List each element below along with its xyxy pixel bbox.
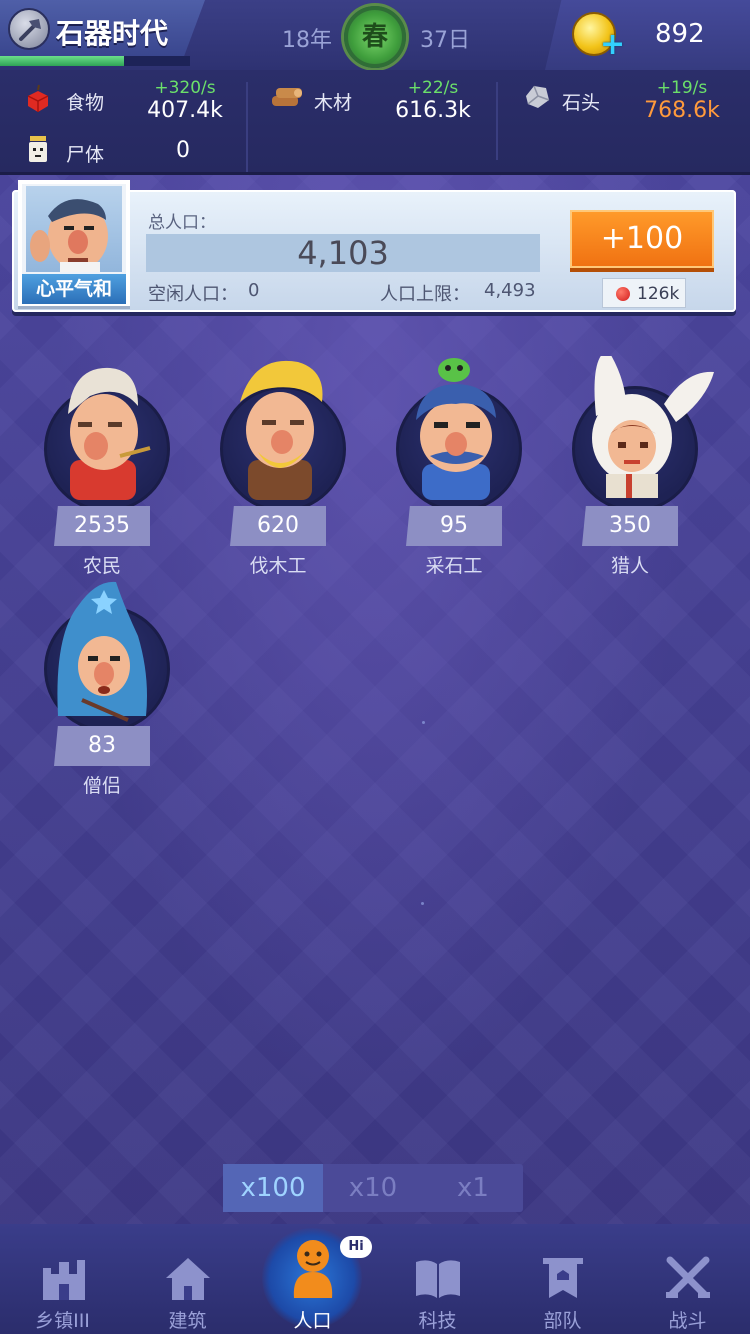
hunter-icon <box>592 356 714 498</box>
population-cap-label: 人口上限： <box>380 284 470 305</box>
book-icon <box>416 1260 460 1298</box>
nav-buildings-label: 建筑 <box>168 1310 207 1332</box>
corpse-label: 尸体 <box>66 144 105 166</box>
total-population-value: 4,103 <box>146 234 540 272</box>
corpse-icon <box>29 136 47 162</box>
worker-count: 95 <box>406 506 502 546</box>
woodcutter-icon <box>240 360 323 500</box>
person-icon <box>293 1240 333 1298</box>
stone-label: 石头 <box>562 92 601 114</box>
worker-hunter[interactable]: 350 猎人 <box>566 356 714 577</box>
currency-value: 892 <box>655 19 705 49</box>
multiplier-x100[interactable]: x100 <box>223 1164 323 1212</box>
population-cap-value: 4,493 <box>484 280 536 301</box>
worker-monk[interactable]: 83 僧侣 <box>38 576 178 797</box>
stone-icon <box>526 85 550 108</box>
worker-name: 伐木工 <box>249 555 307 577</box>
stone-value: 768.6k <box>644 98 720 123</box>
multiplier-x1[interactable]: x1 <box>423 1164 523 1212</box>
stone-rate: +19/s <box>656 78 708 98</box>
castle-icon <box>43 1260 85 1300</box>
multiplier-selector: x100 x10 x1 <box>223 1164 523 1212</box>
banner-icon <box>543 1258 583 1298</box>
idle-population-value: 0 <box>248 280 260 301</box>
era-title: 石器时代 <box>56 17 169 50</box>
corpse-value: 0 <box>176 138 190 163</box>
nav-buildings[interactable]: 建筑 <box>125 1224 250 1334</box>
farmer-icon <box>68 367 151 500</box>
worker-count: 350 <box>582 506 678 546</box>
era-progress-bar <box>0 56 190 66</box>
food-label: 食物 <box>66 92 105 114</box>
apple-icon <box>27 84 49 112</box>
era-progress-fill <box>0 56 124 66</box>
worker-name: 采石工 <box>425 555 483 577</box>
worker-stonecutter[interactable]: 95 采石工 <box>390 356 530 577</box>
nav-town[interactable]: 乡镇III <box>0 1224 125 1334</box>
worker-name: 猎人 <box>610 555 649 577</box>
worker-count: 83 <box>54 726 150 766</box>
crossed-swords-icon <box>666 1256 710 1298</box>
sparkle <box>421 902 424 905</box>
idle-population-label: 空闲人口： <box>148 284 238 305</box>
worker-name: 僧侣 <box>82 775 121 797</box>
advisor-avatar <box>26 186 122 272</box>
nav-technology-label: 科技 <box>418 1310 457 1332</box>
total-population-label: 总人口： <box>148 213 216 233</box>
sparkle <box>474 568 477 571</box>
day-label: 37日 <box>420 28 470 53</box>
house-icon <box>166 1258 210 1300</box>
nav-town-label: 乡镇III <box>35 1310 90 1332</box>
wood-label: 木材 <box>314 92 353 114</box>
year-label: 18年 <box>282 28 332 53</box>
wood-value: 616.3k <box>395 98 471 123</box>
hi-badge: Hi <box>340 1236 372 1258</box>
wood-log-icon <box>272 88 302 106</box>
food-rate: +320/s <box>154 78 216 98</box>
advisor-portrait[interactable]: 心平气和 <box>18 180 130 306</box>
stonecutter-icon <box>416 358 496 500</box>
apple-icon <box>616 287 630 301</box>
worker-count: 620 <box>230 506 326 546</box>
nav-troops[interactable]: 部队 <box>500 1224 625 1334</box>
stone-axe-icon[interactable] <box>8 8 50 50</box>
nav-population-label: 人口 <box>293 1310 332 1332</box>
worker-farmer[interactable]: 2535 农民 <box>38 356 178 577</box>
nav-technology[interactable]: 科技 <box>375 1224 500 1334</box>
worker-woodcutter[interactable]: 620 伐木工 <box>214 356 354 577</box>
advisor-mood-label: 心平气和 <box>22 274 126 304</box>
nav-battle[interactable]: 战斗 <box>625 1224 750 1334</box>
divider <box>246 132 248 172</box>
worker-count: 2535 <box>54 506 150 546</box>
add-population-button[interactable]: +100 <box>570 210 714 268</box>
monk-icon <box>57 581 147 722</box>
add-currency-icon[interactable]: + <box>600 30 625 60</box>
wood-rate: +22/s <box>407 78 459 98</box>
nav-battle-label: 战斗 <box>668 1310 707 1332</box>
season-badge[interactable]: 春 <box>344 6 406 68</box>
sparkle <box>422 721 425 724</box>
worker-name: 农民 <box>82 555 121 577</box>
food-value: 407.4k <box>147 98 223 123</box>
add-population-cost: 126k <box>602 278 686 308</box>
divider <box>496 82 498 160</box>
multiplier-x10[interactable]: x10 <box>323 1164 423 1212</box>
nav-troops-label: 部队 <box>543 1310 582 1332</box>
